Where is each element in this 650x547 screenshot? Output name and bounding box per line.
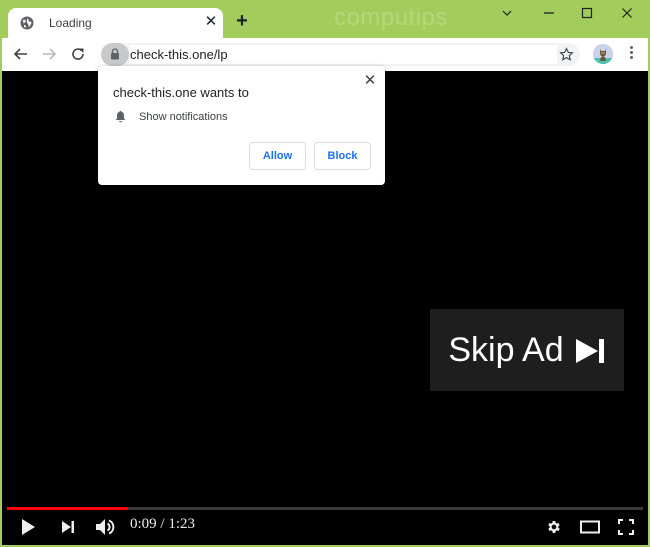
- next-button[interactable]: [61, 517, 75, 537]
- omnibox[interactable]: check-this.one/lp: [101, 43, 580, 66]
- reload-icon: [72, 48, 84, 60]
- progress-fill: [7, 507, 128, 510]
- profile-picture-icon: [593, 44, 613, 64]
- lock-icon: [111, 48, 119, 60]
- time-display: 0:09 / 1:23: [130, 516, 196, 532]
- star-icon[interactable]: [559, 47, 574, 62]
- browser-tab[interactable]: Loading ✕: [8, 8, 223, 38]
- permission-text: Show notifications: [139, 111, 228, 123]
- settings-icon: [548, 521, 560, 533]
- allow-button[interactable]: Allow: [249, 142, 306, 170]
- forward-arrow-icon: [43, 48, 57, 60]
- tab-search-button[interactable]: [492, 4, 522, 26]
- avatar[interactable]: [593, 44, 613, 64]
- progress-bar[interactable]: [7, 507, 643, 510]
- chevron-down-icon: [502, 10, 512, 16]
- globe-icon: [20, 16, 34, 30]
- settings-button[interactable]: [546, 517, 562, 537]
- site-info-button[interactable]: [101, 43, 129, 66]
- play-icon: [22, 519, 35, 535]
- block-button[interactable]: Block: [314, 142, 371, 170]
- skip-ad-button[interactable]: Skip Ad: [430, 309, 624, 391]
- maximize-icon: [581, 7, 593, 19]
- fullscreen-icon: [618, 519, 634, 535]
- skip-ad-label: Skip Ad: [448, 330, 564, 369]
- minimize-button[interactable]: [534, 4, 564, 26]
- theater-mode-button[interactable]: [580, 517, 600, 537]
- fullscreen-button[interactable]: [618, 517, 634, 537]
- tab-strip: Loading ✕ + computips: [0, 0, 650, 38]
- minimize-icon: [544, 12, 554, 14]
- notification-permission-prompt: check-this.one wants to ✕ Show notificat…: [98, 66, 385, 185]
- close-icon: [622, 8, 632, 18]
- volume-button[interactable]: [95, 517, 115, 537]
- back-arrow-icon: [13, 48, 27, 60]
- maximize-button[interactable]: [572, 4, 602, 26]
- bell-icon: [115, 110, 126, 123]
- theater-mode-icon: [580, 520, 600, 534]
- tab-close-icon[interactable]: ✕: [202, 13, 220, 31]
- duration: 1:23: [168, 516, 196, 532]
- volume-icon: [96, 519, 115, 535]
- watermark: computips: [334, 4, 448, 31]
- back-button[interactable]: [11, 44, 31, 64]
- new-tab-button[interactable]: +: [233, 11, 251, 31]
- reload-button[interactable]: [68, 44, 88, 64]
- play-button[interactable]: [20, 517, 36, 537]
- prompt-close-icon[interactable]: ✕: [362, 73, 378, 89]
- forward-button[interactable]: [39, 44, 59, 64]
- url-input[interactable]: check-this.one/lp: [129, 45, 557, 64]
- close-window-button[interactable]: [612, 4, 642, 26]
- tab-title: Loading: [49, 16, 92, 30]
- prompt-heading: check-this.one wants to: [113, 85, 249, 100]
- next-icon: [62, 521, 74, 533]
- current-time: 0:09: [130, 516, 157, 532]
- skip-next-icon: [575, 339, 604, 363]
- browser-window: Loading ✕ + computips check-this.one/lp …: [0, 0, 650, 547]
- kebab-menu-icon[interactable]: [627, 46, 635, 62]
